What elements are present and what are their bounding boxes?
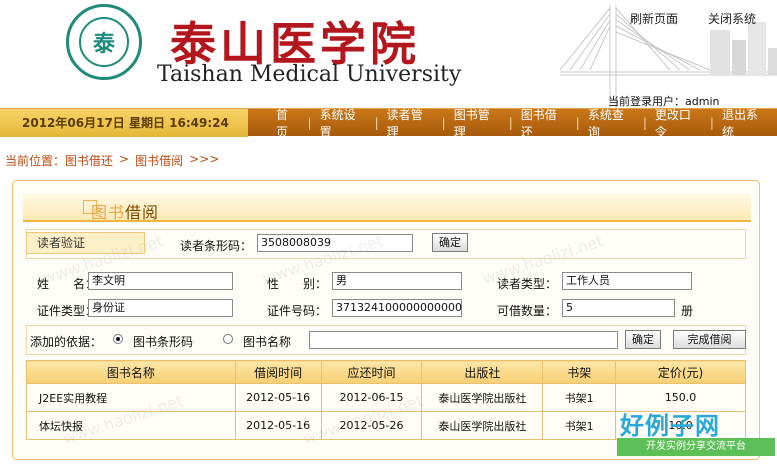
column-header-book-name: 图书名称 [26, 360, 236, 384]
nav-item-home[interactable]: 首页 [268, 106, 308, 140]
reader-confirm-button[interactable]: 确定 [432, 233, 468, 252]
reader-type-field[interactable]: 工作人员 [562, 272, 692, 290]
cell-shelf: 书架1 [542, 383, 617, 412]
header: 泰 泰山医学院 Taishan Medical University 刷新页面 … [0, 0, 777, 108]
cell-publisher: 泰山医学院出版社 [421, 383, 544, 412]
nav-item-book-management[interactable]: 图书管理 [446, 106, 509, 140]
breadcrumb-tail: >>> [189, 152, 220, 166]
option-book-name-label: 图书名称 [243, 335, 292, 349]
quota-unit: 册 [681, 304, 694, 318]
close-system-link[interactable]: 关闭系统 [708, 10, 756, 27]
gender-field[interactable]: 男 [332, 272, 462, 290]
column-header-due-date: 应还时间 [320, 360, 423, 384]
quota-field[interactable]: 5 [562, 299, 675, 317]
nav-item-reader-management[interactable]: 读者管理 [379, 106, 442, 140]
main-navbar: 2012年06月17日 星期日 16:49:24 首页 | 系统设置 | 读者管… [0, 106, 777, 140]
cell-publisher: 泰山医学院出版社 [421, 411, 544, 440]
breadcrumb: 当前位置： 图书借还 > 图书借阅 >>> [5, 152, 219, 169]
table-header-row: 图书名称 借阅时间 应还时间 出版社 书架 定价(元) [26, 360, 746, 384]
column-header-price: 定价(元) [615, 360, 746, 384]
panel-header: 图书借阅 [23, 194, 751, 222]
breadcrumb-item-borrow-return[interactable]: 图书借还 [65, 152, 113, 169]
panel-title: 图书借阅 [91, 203, 160, 222]
id-number-field[interactable]: 371324100000000000 [332, 299, 462, 317]
add-basis-label: 添加的依据： [30, 335, 103, 349]
refresh-page-link[interactable]: 刷新页面 [630, 10, 678, 27]
nav-item-borrow-return[interactable]: 图书借还 [513, 106, 576, 140]
id-number-label: 证件号码： [267, 304, 328, 318]
nav-item-system-query[interactable]: 系统查询 [580, 106, 643, 140]
nav-item-system-settings[interactable]: 系统设置 [312, 106, 375, 140]
university-name-en: Taishan Medical University [157, 62, 462, 87]
finish-borrow-button[interactable]: 完成借阅 [673, 330, 746, 349]
column-header-shelf: 书架 [542, 360, 617, 384]
cell-shelf: 书架1 [542, 411, 617, 440]
reader-barcode-label: 读者条形码： [180, 239, 253, 253]
book-search-input[interactable] [309, 331, 618, 349]
nav-menu: 首页 | 系统设置 | 读者管理 | 图书管理 | 图书借还 | 系统查询 | … [268, 106, 777, 140]
id-type-field[interactable]: 身份证 [88, 299, 233, 317]
radio-book-barcode[interactable] [113, 334, 123, 344]
nav-item-change-password[interactable]: 更改口令 [647, 106, 710, 140]
watermark-logo: 好例子网 [620, 412, 720, 440]
column-header-publisher: 出版社 [421, 360, 544, 384]
name-field[interactable]: 李文明 [88, 272, 233, 290]
logo-emblem: 泰 [79, 17, 129, 67]
column-header-borrow-date: 借阅时间 [234, 360, 322, 384]
add-book-confirm-button[interactable]: 确定 [625, 330, 661, 349]
university-logo: 泰 [66, 4, 142, 80]
breadcrumb-item-book-borrow[interactable]: 图书借阅 [135, 152, 183, 169]
watermark-subtitle: 开发实例分享交流平台 [617, 438, 775, 456]
breadcrumb-separator: > [119, 152, 130, 166]
nav-item-exit-system[interactable]: 退出系统 [714, 106, 777, 140]
cell-borrow-date: 2012-05-16 [234, 383, 322, 412]
radio-book-name[interactable] [223, 334, 233, 344]
datetime-display: 2012年06月17日 星期日 16:49:24 [0, 109, 248, 137]
quota-label: 可借数量： [497, 304, 558, 318]
option-book-barcode-label: 图书条形码 [133, 335, 194, 349]
breadcrumb-prefix: 当前位置： [5, 154, 66, 168]
